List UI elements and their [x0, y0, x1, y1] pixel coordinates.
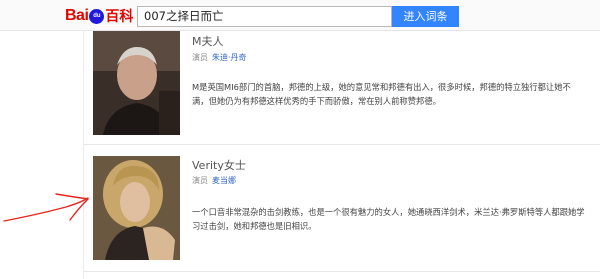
page: Bai du 百科 007之择日而亡 进入词条 M夫人 演员 朱迪·丹奇 M是英国…	[0, 0, 600, 279]
red-annotation-arrow-icon	[3, 193, 89, 222]
